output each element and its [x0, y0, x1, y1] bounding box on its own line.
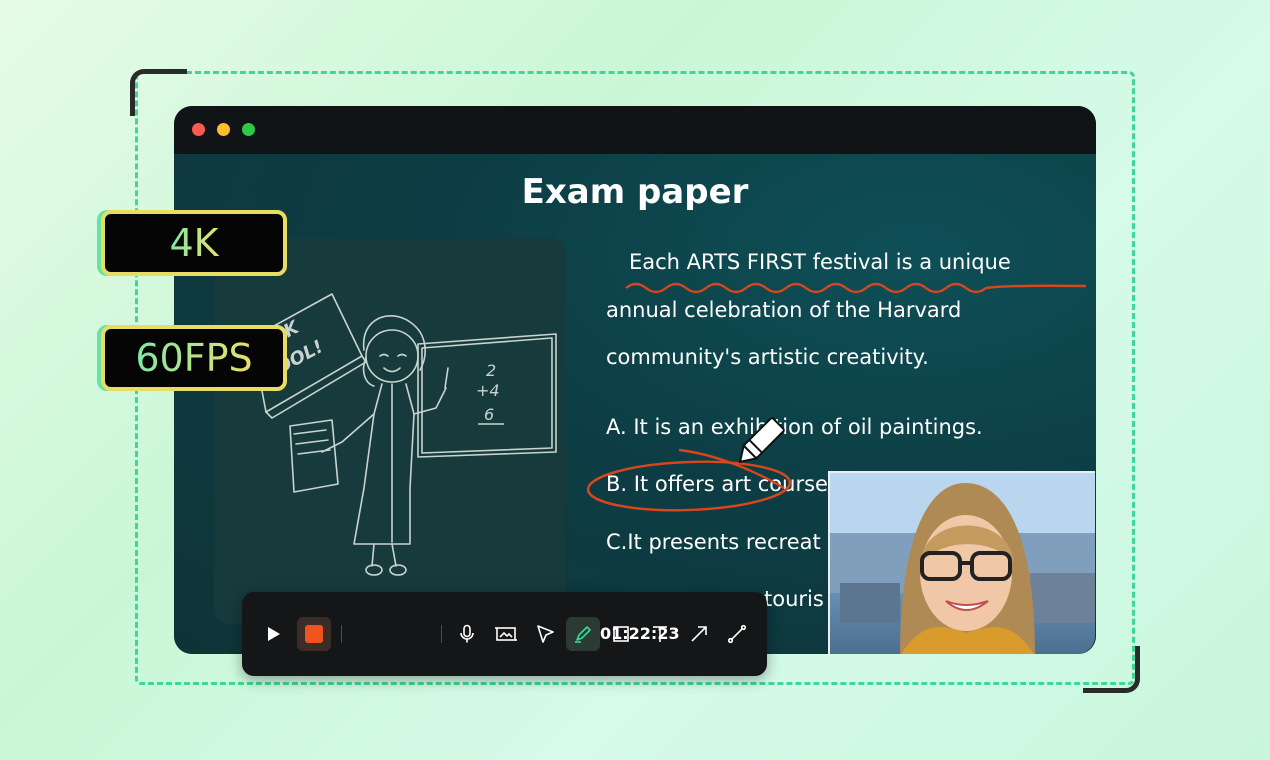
option-d-partial: touris — [764, 587, 824, 611]
option-c: C.It presents recreat — [606, 530, 821, 554]
pen-icon — [575, 626, 591, 643]
resolution-badge-label: 4K — [169, 221, 219, 265]
minimize-window-button[interactable] — [217, 123, 230, 136]
arrow-icon — [691, 626, 707, 642]
text-icon — [653, 626, 667, 642]
teacher-illustration-panel: 2 +4 6 CK OOL! — [214, 238, 566, 624]
slide-title: Exam paper — [521, 172, 749, 212]
line-icon — [727, 624, 747, 644]
toolbar-divider — [341, 625, 342, 643]
passage-line-1: Each ARTS FIRST festival is a unique — [629, 250, 1011, 274]
rectangle-tool-button[interactable] — [604, 617, 638, 651]
pen-tool-button[interactable] — [566, 617, 600, 651]
blackboard-number-top: 2 — [486, 361, 496, 380]
recording-toolbar: 01:22:23 — [242, 592, 767, 676]
frame-rate-badge-label: 60FPS — [135, 336, 253, 380]
record-button[interactable] — [297, 617, 331, 651]
cursor-tool-button[interactable] — [528, 617, 562, 651]
arrow-tool-button[interactable] — [682, 617, 716, 651]
window-titlebar — [174, 106, 1096, 154]
screen-capture-button[interactable] — [489, 617, 523, 651]
toolbar-divider — [441, 625, 442, 643]
rectangle-icon — [613, 626, 629, 642]
microphone-button[interactable] — [450, 617, 484, 651]
frame-rate-badge: 60FPS — [101, 325, 287, 391]
line-tool-button[interactable] — [720, 617, 754, 651]
close-window-button[interactable] — [192, 123, 205, 136]
presenter-video — [830, 473, 1095, 654]
webcam-overlay[interactable] — [828, 471, 1095, 654]
screen-capture-icon — [495, 627, 517, 641]
blackboard-number-middle: +4 — [476, 381, 500, 400]
play-icon — [268, 627, 280, 641]
microphone-icon — [460, 624, 474, 643]
teacher-illustration: 2 +4 6 CK OOL! — [251, 293, 557, 576]
passage-line-2: annual celebration of the Harvard — [606, 298, 962, 322]
record-icon — [305, 625, 323, 643]
text-tool-button[interactable] — [643, 617, 677, 651]
passage-line-3: community's artistic creativity. — [606, 345, 929, 369]
maximize-window-button[interactable] — [242, 123, 255, 136]
blackboard-number-bottom: 6 — [484, 405, 494, 424]
option-b: B. It offers art courses — [606, 472, 839, 496]
play-button[interactable] — [256, 617, 290, 651]
option-a: A. It is an exhibition of oil paintings. — [606, 415, 983, 439]
resolution-badge: 4K — [101, 210, 287, 276]
wavy-underline-annotation — [625, 282, 1087, 294]
cursor-icon — [537, 625, 554, 643]
